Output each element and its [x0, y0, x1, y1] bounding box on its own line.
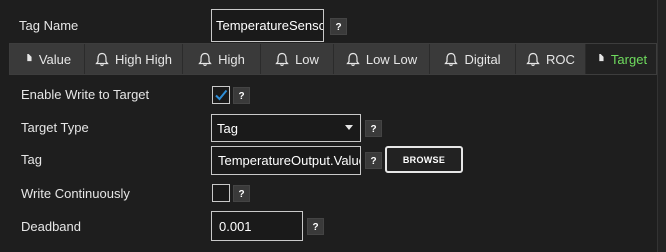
- tab-roc[interactable]: ROC: [516, 44, 586, 74]
- enable-write-help-button[interactable]: ?: [233, 87, 250, 104]
- scrollbar-track[interactable]: [657, 0, 666, 252]
- target-type-select[interactable]: Tag: [211, 114, 361, 142]
- bell-icon: [275, 52, 289, 66]
- target-type-label: Target Type: [21, 120, 89, 135]
- tag-input[interactable]: TemperatureOutput.Value: [211, 146, 361, 175]
- tab-low-low-label: Low Low: [365, 51, 418, 67]
- deadband-help-button[interactable]: ?: [307, 218, 324, 235]
- enable-write-label: Enable Write to Target: [21, 87, 150, 102]
- tab-high-high-label: High High: [114, 51, 173, 67]
- chevron-down-icon: [345, 125, 353, 130]
- tab-low-low[interactable]: Low Low: [334, 44, 430, 74]
- tab-low[interactable]: Low: [261, 44, 334, 74]
- write-continuously-checkbox[interactable]: [212, 184, 230, 202]
- tab-value-label: Value: [38, 51, 72, 67]
- write-continuously-label: Write Continuously: [21, 186, 130, 201]
- tag-name-help-button[interactable]: ?: [330, 18, 347, 35]
- tag-help-button[interactable]: ?: [365, 152, 382, 169]
- tag-label: Tag: [21, 152, 42, 167]
- tag-name-input[interactable]: TemperatureSensor: [211, 9, 324, 42]
- tab-high-label: High: [218, 51, 245, 67]
- deadband-label: Deadband: [21, 219, 81, 234]
- deadband-input[interactable]: 0.001: [211, 211, 303, 241]
- tab-digital[interactable]: Digital: [430, 44, 516, 74]
- tag-icon: [599, 54, 604, 62]
- browse-button[interactable]: BROWSE: [385, 146, 463, 173]
- alarm-tab-bar: Value High High High Low Low Low Digital…: [9, 43, 657, 75]
- target-type-value: Tag: [217, 120, 238, 136]
- tab-roc-label: ROC: [546, 51, 575, 67]
- write-continuously-help-button[interactable]: ?: [233, 185, 250, 202]
- tab-target-label: Target: [610, 51, 648, 67]
- bell-icon: [346, 52, 360, 66]
- bell-icon: [526, 52, 540, 66]
- tag-name-label: Tag Name: [19, 18, 79, 33]
- tab-target[interactable]: Target: [586, 44, 656, 74]
- tab-value[interactable]: Value: [10, 44, 85, 74]
- enable-write-checkbox[interactable]: [212, 86, 230, 104]
- checkmark-icon: [215, 89, 228, 101]
- tab-high-high[interactable]: High High: [85, 44, 183, 74]
- tab-low-label: Low: [295, 51, 319, 67]
- tab-high[interactable]: High: [183, 44, 261, 74]
- tab-digital-label: Digital: [464, 51, 501, 67]
- bell-icon: [198, 52, 212, 66]
- bell-icon: [95, 52, 109, 66]
- bell-icon: [444, 52, 459, 66]
- target-type-help-button[interactable]: ?: [365, 120, 382, 137]
- tag-icon: [27, 54, 32, 62]
